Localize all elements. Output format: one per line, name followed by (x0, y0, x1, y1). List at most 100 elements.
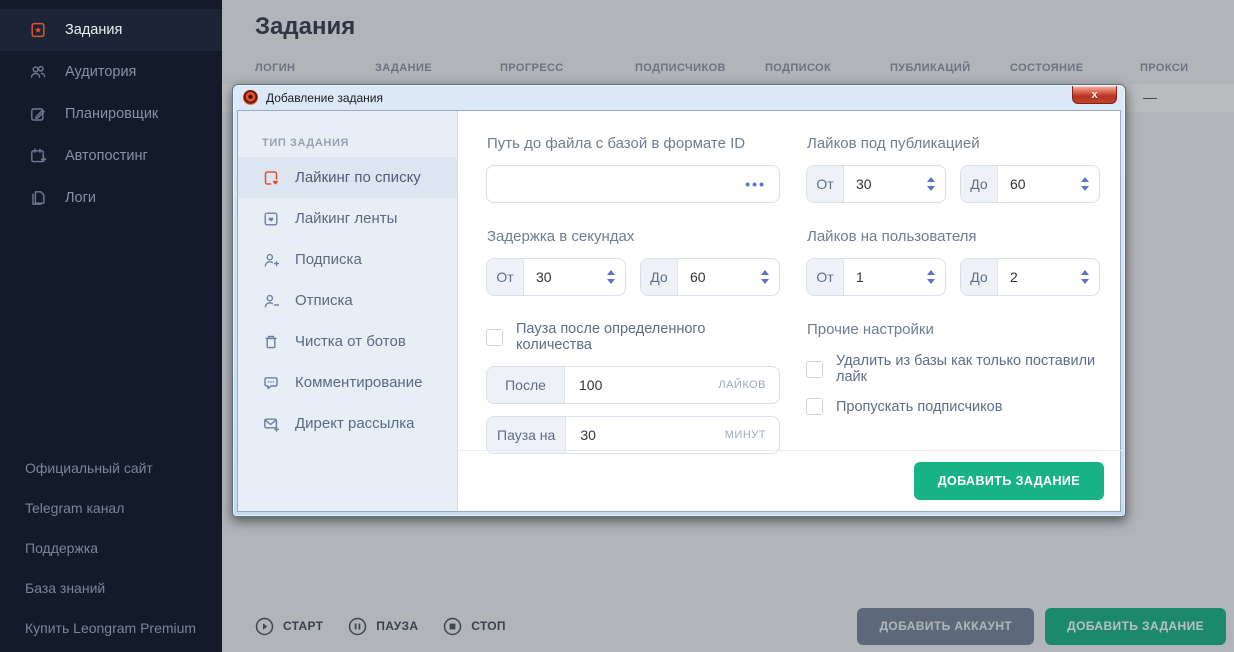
modal-footer: ДОБАВИТЬ ЗАДАНИЕ (458, 450, 1124, 511)
app-logo-icon (243, 90, 258, 105)
audience-icon (30, 65, 46, 78)
link-support[interactable]: Поддержка (25, 528, 212, 568)
after-count-field: После ЛАЙКОВ (486, 366, 780, 404)
submit-add-task-button[interactable]: ДОБАВИТЬ ЗАДАНИЕ (913, 462, 1104, 500)
pause-minutes-prefix: Пауза на (487, 417, 567, 453)
spinner-down-icon[interactable] (927, 186, 935, 191)
spinner-up-icon[interactable] (1081, 270, 1089, 275)
delay-from-arrows (607, 259, 625, 295)
likes-user-to-input[interactable] (998, 259, 1081, 295)
after-count-input[interactable] (565, 377, 719, 393)
task-type-label: Лайкинг ленты (295, 210, 398, 227)
delay-from-spinner: От (486, 258, 626, 296)
skip-followers-checkbox[interactable] (806, 398, 823, 415)
browse-dots-icon[interactable]: ••• (745, 177, 766, 191)
form-right-column: Лайков под публикацией От 30 До 60 Лайко… (806, 135, 1100, 466)
sidebar-item-logs[interactable]: Логи (0, 177, 222, 219)
link-buy-premium[interactable]: Купить Leongram Premium (25, 608, 212, 648)
likes-user-from-input[interactable] (844, 259, 927, 295)
task-type-unsubscribe[interactable]: Отписка (238, 280, 457, 321)
remove-from-base-label: Удалить из базы как только поставили лай… (836, 353, 1096, 385)
task-type-liking-list[interactable]: Лайкинг по списку (238, 157, 457, 198)
sidebar-item-tasks[interactable]: Задания (0, 9, 222, 51)
likes-post-from-arrows (927, 166, 945, 202)
task-type-header: ТИП ЗАДАНИЯ (262, 137, 349, 149)
likes-per-user-label: Лайков на пользователя (807, 228, 977, 245)
sidebar: Задания Аудитория Планировщик Автопостин… (0, 0, 222, 652)
likes-post-from-spinner: От (806, 165, 946, 203)
spinner-up-icon[interactable] (761, 270, 769, 275)
pause-minutes-suffix: МИНУТ (724, 429, 766, 441)
likes-post-to-input[interactable] (998, 166, 1081, 202)
modal-add-task: Добавление задания x ТИП ЗАДАНИЯ Лайкинг… (232, 84, 1126, 517)
likes-post-to-prefix: До (961, 166, 998, 202)
file-path-input[interactable] (500, 176, 746, 192)
trash-icon (265, 335, 277, 348)
task-type-label: Лайкинг по списку (295, 169, 421, 186)
link-telegram-channel[interactable]: Telegram канал (25, 488, 212, 528)
file-path-label: Путь до файла с базой в формате ID (487, 135, 746, 152)
link-official-site[interactable]: Официальный сайт (25, 448, 212, 488)
link-knowledge-base[interactable]: База знаний (25, 568, 212, 608)
likes-post-from-prefix: От (807, 166, 844, 202)
spinner-down-icon[interactable] (761, 279, 769, 284)
likes-per-post-label: Лайков под публикацией (807, 135, 980, 152)
tasks-icon (31, 22, 45, 38)
task-type-bot-cleanup[interactable]: Чистка от ботов (238, 321, 457, 362)
spinner-up-icon[interactable] (1081, 177, 1089, 182)
planner-icon (31, 108, 45, 121)
skip-followers-row: Пропускать подписчиков (806, 398, 1100, 415)
task-type-direct-mailing[interactable]: Директ рассылка (238, 403, 457, 444)
other-settings-label: Прочие настройки (807, 321, 934, 338)
sidebar-item-autoposting[interactable]: Автопостинг (0, 135, 222, 177)
spinner-down-icon[interactable] (927, 279, 935, 284)
modal-title: Добавление задания (266, 90, 383, 105)
spinner-up-icon[interactable] (927, 270, 935, 275)
delay-to-input[interactable] (678, 259, 761, 295)
task-type-label: Отписка (295, 292, 353, 309)
sidebar-item-label: Планировщик (65, 106, 159, 122)
logs-icon (32, 191, 45, 205)
likes-user-from-arrows (927, 259, 945, 295)
after-count-suffix: ЛАЙКОВ (718, 379, 766, 391)
user-plus-icon (264, 253, 280, 266)
spinner-up-icon[interactable] (927, 177, 935, 182)
spinner-down-icon[interactable] (1081, 186, 1089, 191)
likes-user-from-prefix: От (807, 259, 844, 295)
delay-from-prefix: От (487, 259, 524, 295)
spinner-down-icon[interactable] (607, 279, 615, 284)
delay-label: Задержка в секундах (487, 228, 635, 245)
likes-user-to-arrows (1081, 259, 1099, 295)
remove-from-base-checkbox[interactable] (806, 360, 823, 378)
skip-followers-label: Пропускать подписчиков (836, 398, 1003, 415)
image-heart-icon (264, 212, 278, 226)
sidebar-item-label: Автопостинг (65, 148, 148, 164)
task-type-liking-feed[interactable]: Лайкинг ленты (238, 198, 457, 239)
modal-titlebar[interactable]: Добавление задания (237, 85, 1121, 110)
delay-to-arrows (761, 259, 779, 295)
remove-from-base-row: Удалить из базы как только поставили лай… (806, 353, 1100, 385)
delay-from-input[interactable] (524, 259, 607, 295)
pause-minutes-input[interactable] (566, 427, 725, 443)
likes-post-to-spinner: До (960, 165, 1100, 203)
sidebar-item-planner[interactable]: Планировщик (0, 93, 222, 135)
task-type-commenting[interactable]: Комментирование (238, 362, 457, 403)
bookmark-heart-icon (264, 170, 278, 185)
comment-icon (264, 376, 278, 389)
likes-user-to-prefix: До (961, 259, 998, 295)
spinner-down-icon[interactable] (1081, 279, 1089, 284)
task-type-subscribe[interactable]: Подписка (238, 239, 457, 280)
close-icon[interactable]: x (1072, 86, 1117, 104)
pause-after-checkbox[interactable] (486, 328, 503, 346)
sidebar-item-label: Логи (65, 190, 96, 206)
delay-to-spinner: До (640, 258, 780, 296)
spinner-up-icon[interactable] (607, 270, 615, 275)
pause-after-checkbox-row: Пауза после определенного количества (486, 321, 780, 353)
task-form: Путь до файла с базой в формате ID ••• З… (458, 111, 1124, 511)
sidebar-item-label: Задания (65, 22, 123, 38)
after-count-prefix: После (487, 367, 565, 403)
modal-body: ТИП ЗАДАНИЯ Лайкинг по списку Лайкинг ле… (237, 110, 1124, 512)
sidebar-item-audience[interactable]: Аудитория (0, 51, 222, 93)
likes-post-from-input[interactable] (844, 166, 927, 202)
mail-plus-icon (264, 417, 280, 432)
